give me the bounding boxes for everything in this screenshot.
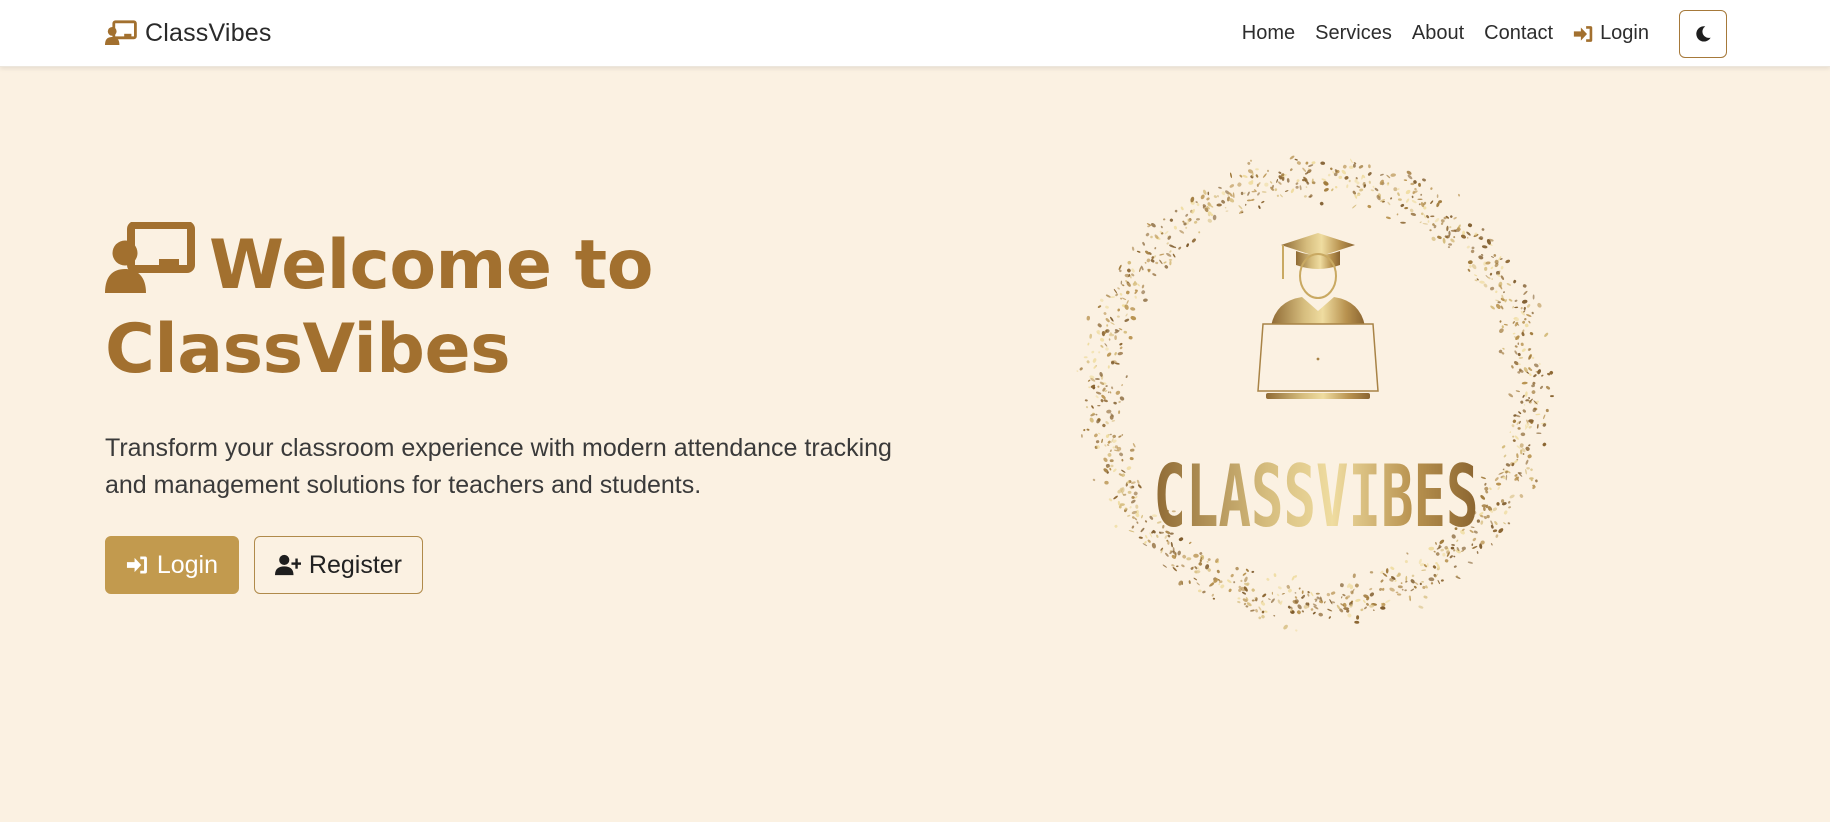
nav-contact-label: Contact — [1484, 22, 1554, 44]
register-button-label: Register — [308, 550, 402, 579]
nav-services-link[interactable]: Services — [1315, 22, 1392, 45]
chalkboard-teacher-icon — [105, 221, 195, 294]
hero-title-line1: Welcome to — [209, 226, 653, 305]
sign-in-icon — [1573, 24, 1594, 44]
classvibes-logo: CLASSVIBES — [1066, 141, 1566, 641]
register-button[interactable]: Register — [254, 536, 423, 594]
chalkboard-teacher-icon — [105, 20, 137, 46]
logo-wordmark: CLASSVIBES — [1154, 447, 1479, 547]
theme-toggle-button[interactable] — [1679, 9, 1727, 58]
sign-in-icon — [126, 556, 147, 574]
hero-title: Welcome to ClassVibes — [105, 221, 965, 392]
hero-actions: Login Register — [105, 536, 965, 594]
moon-icon — [1696, 25, 1711, 42]
navbar: ClassVibes Home Services About Contact L… — [0, 0, 1830, 67]
login-button-label: Login — [156, 550, 218, 579]
nav-login-label: Login — [1600, 22, 1649, 44]
nav-login-link[interactable]: Login — [1573, 22, 1649, 45]
hero-title-line2: ClassVibes — [105, 310, 511, 389]
brand-link[interactable]: ClassVibes — [105, 17, 272, 49]
user-plus-icon — [275, 554, 301, 576]
graduate-icon — [1257, 233, 1379, 399]
nav-home-link[interactable]: Home — [1242, 22, 1295, 45]
hero-subtitle: Transform your classroom experience with… — [105, 434, 892, 499]
nav-home-label: Home — [1241, 22, 1296, 44]
nav-contact-link[interactable]: Contact — [1484, 22, 1553, 45]
hero-section: Welcome to ClassVibes Transform your cla… — [105, 221, 965, 594]
nav-about-link[interactable]: About — [1412, 22, 1464, 45]
nav-links: Home Services About Contact Login — [1242, 0, 1830, 67]
nav-services-label: Services — [1315, 22, 1392, 44]
nav-about-label: About — [1411, 22, 1465, 44]
brand-name: ClassVibes — [145, 18, 272, 47]
login-button[interactable]: Login — [105, 536, 239, 594]
